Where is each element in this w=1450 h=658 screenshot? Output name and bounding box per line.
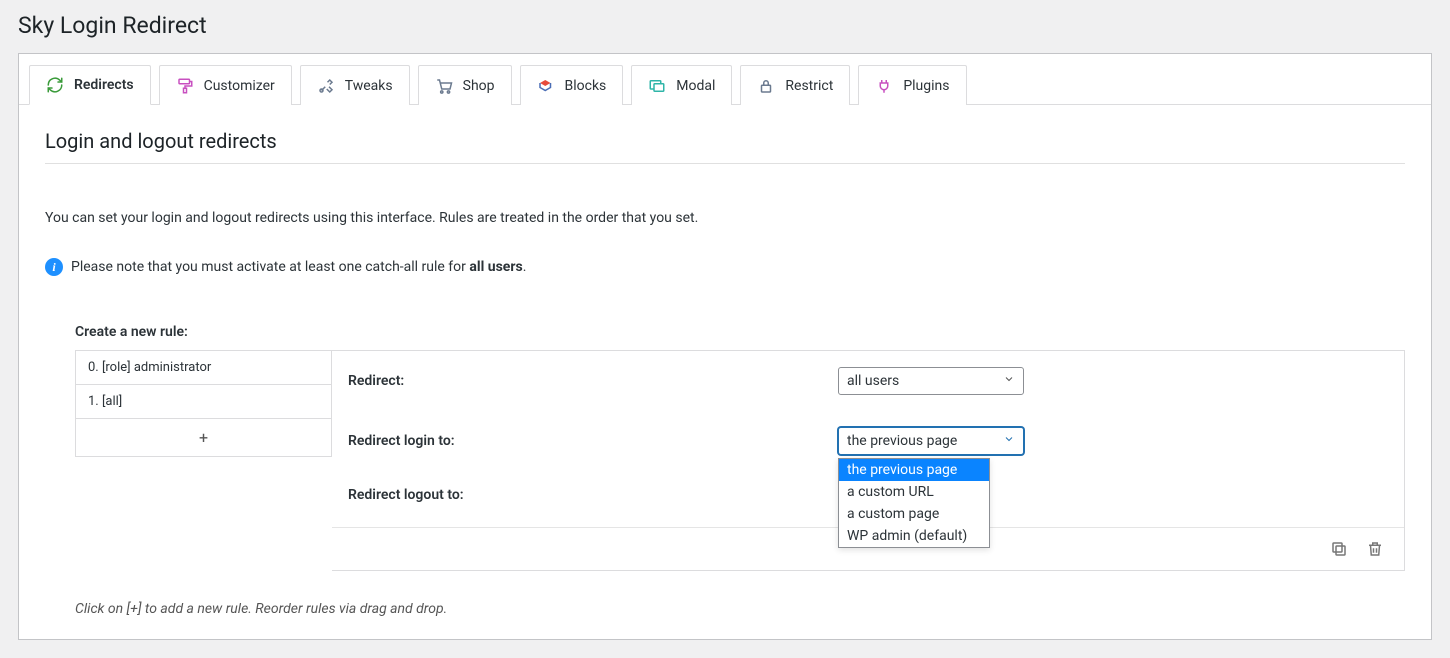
content-area: Login and logout redirects You can set y… xyxy=(19,105,1431,639)
login-redirect-dropdown: the previous page a custom URL a custom … xyxy=(838,458,990,548)
tab-label: Customizer xyxy=(204,78,275,94)
tab-bar: Redirects Customizer Tweaks Shop xyxy=(19,54,1431,105)
create-rule-label: Create a new rule: xyxy=(75,324,1405,340)
notice-prefix: Please note that you must activate at le… xyxy=(71,259,469,275)
settings-panel: Redirects Customizer Tweaks Shop xyxy=(18,53,1432,640)
divider xyxy=(45,163,1405,164)
modal-icon xyxy=(648,77,666,95)
login-redirect-select[interactable]: the previous page xyxy=(838,427,1024,455)
trash-icon[interactable] xyxy=(1366,540,1384,558)
tab-tweaks[interactable]: Tweaks xyxy=(300,65,410,105)
tab-modal[interactable]: Modal xyxy=(631,65,732,105)
tab-label: Shop xyxy=(463,78,495,94)
tab-label: Blocks xyxy=(565,78,607,94)
tab-restrict[interactable]: Restrict xyxy=(740,65,850,105)
rule-list: 0. [role] administrator 1. [all] + xyxy=(75,350,332,457)
login-redirect-label: Redirect login to: xyxy=(348,433,838,449)
tab-blocks[interactable]: Blocks xyxy=(520,65,624,105)
tab-label: Restrict xyxy=(785,78,833,94)
chevron-down-icon xyxy=(1003,433,1015,449)
plug-icon xyxy=(875,77,893,95)
tools-icon xyxy=(317,77,335,95)
dropdown-option[interactable]: the previous page xyxy=(839,459,989,481)
tab-label: Redirects xyxy=(74,77,134,93)
rule-form: Redirect: all users xyxy=(332,350,1405,571)
notice-bold: all users xyxy=(469,259,522,275)
dropdown-option[interactable]: WP admin (default) xyxy=(839,525,989,547)
hint-text: Click on [+] to add a new rule. Reorder … xyxy=(75,601,1405,617)
tab-redirects[interactable]: Redirects xyxy=(29,65,151,105)
tab-plugins[interactable]: Plugins xyxy=(858,65,966,105)
tab-shop[interactable]: Shop xyxy=(418,65,512,105)
refresh-icon xyxy=(46,76,64,94)
page-title: Sky Login Redirect xyxy=(18,12,1432,39)
section-title: Login and logout redirects xyxy=(45,129,1405,153)
tab-label: Plugins xyxy=(903,78,949,94)
blocks-icon xyxy=(537,77,555,95)
cart-icon xyxy=(435,77,453,95)
redirect-value: all users xyxy=(847,373,899,389)
info-icon: i xyxy=(45,258,63,276)
lock-icon xyxy=(757,77,775,95)
notice-text: Please note that you must activate at le… xyxy=(71,259,526,275)
copy-icon[interactable] xyxy=(1330,540,1348,558)
tab-label: Modal xyxy=(676,78,715,94)
intro-text: You can set your login and logout redire… xyxy=(45,210,1405,226)
tab-customizer[interactable]: Customizer xyxy=(159,65,292,105)
notice-line: i Please note that you must activate at … xyxy=(45,258,1405,276)
logout-redirect-label: Redirect logout to: xyxy=(348,487,838,503)
chevron-down-icon xyxy=(1003,373,1015,389)
login-redirect-value: the previous page xyxy=(847,433,957,449)
rule-item-0[interactable]: 0. [role] administrator xyxy=(76,351,331,385)
redirect-select[interactable]: all users xyxy=(838,367,1024,395)
rule-item-1[interactable]: 1. [all] xyxy=(76,385,331,419)
dropdown-option[interactable]: a custom URL xyxy=(839,481,989,503)
paint-roller-icon xyxy=(176,77,194,95)
dropdown-option[interactable]: a custom page xyxy=(839,503,989,525)
add-rule-button[interactable]: + xyxy=(76,419,331,456)
redirect-label: Redirect: xyxy=(348,373,838,389)
tab-label: Tweaks xyxy=(345,78,393,94)
